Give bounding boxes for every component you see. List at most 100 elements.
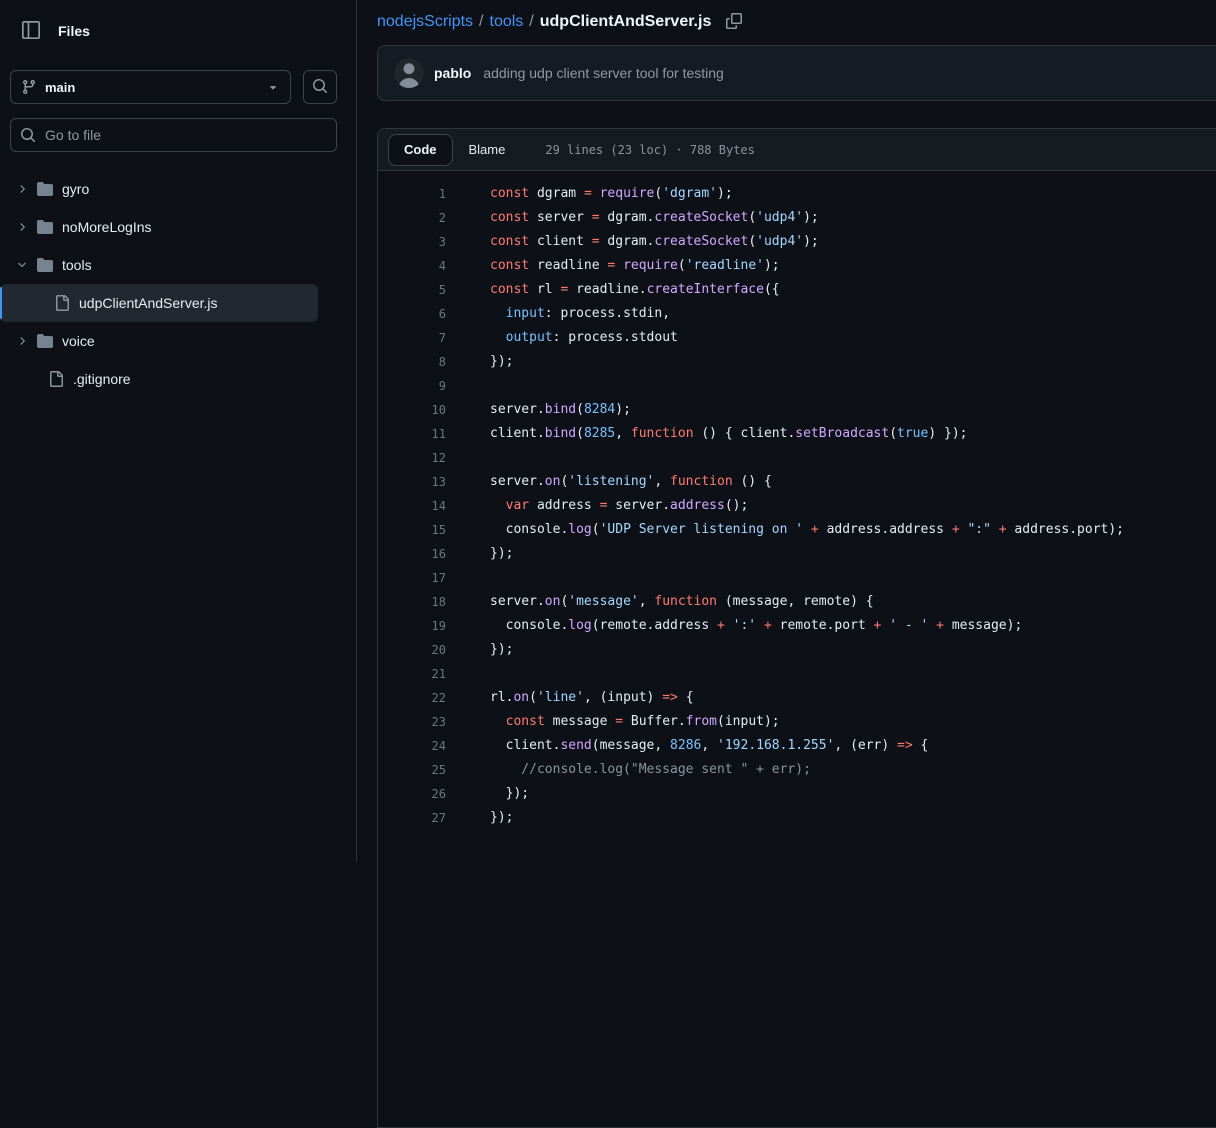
code-line: 11client.bind(8285, function () { client… <box>378 422 1216 446</box>
chevron-right-icon[interactable] <box>16 183 28 195</box>
code-line-text: server.on('message', function (message, … <box>446 590 874 614</box>
code-token: server. <box>490 402 545 417</box>
line-number[interactable]: 27 <box>378 806 446 830</box>
line-number[interactable]: 21 <box>378 662 446 686</box>
code-line-text <box>446 566 490 590</box>
code-line: 27}); <box>378 806 1216 830</box>
line-number[interactable]: 8 <box>378 350 446 374</box>
line-number[interactable]: 17 <box>378 566 446 590</box>
code-token <box>725 618 733 633</box>
code-token: dgram. <box>600 210 655 225</box>
code-token: , (input) <box>584 690 662 705</box>
code-token: createSocket <box>654 210 748 225</box>
latest-commit-bar[interactable]: pablo adding udp client server tool for … <box>377 45 1216 101</box>
line-number[interactable]: 10 <box>378 398 446 422</box>
code-line: 7 output: process.stdout <box>378 326 1216 350</box>
code-line: 18server.on('message', function (message… <box>378 590 1216 614</box>
code-token: 'listening' <box>568 474 654 489</box>
code-token <box>615 258 623 273</box>
code-line-text: const message = Buffer.from(input); <box>446 710 780 734</box>
code-line-text: //console.log("Message sent " + err); <box>446 758 811 782</box>
code-token: 8285 <box>584 426 615 441</box>
tree-folder-voice[interactable]: voice <box>0 322 318 360</box>
chevron-down-icon[interactable] <box>16 259 28 271</box>
tab-code[interactable]: Code <box>388 134 453 166</box>
code-token: 'udp4' <box>756 234 803 249</box>
code-line-text: const readline = require('readline'); <box>446 254 780 278</box>
code-token: log <box>568 618 591 633</box>
code-token: , <box>615 426 631 441</box>
chevron-right-icon[interactable] <box>16 335 28 347</box>
line-number[interactable]: 3 <box>378 230 446 254</box>
code-token: ); <box>803 234 819 249</box>
line-number[interactable]: 7 <box>378 326 446 350</box>
line-number[interactable]: 15 <box>378 518 446 542</box>
breadcrumb-separator: / <box>473 13 489 30</box>
tree-item-label: .gitignore <box>73 371 131 387</box>
commit-author[interactable]: pablo <box>434 65 471 81</box>
line-number[interactable]: 9 <box>378 374 446 398</box>
tree-folder-noMoreLogIns[interactable]: noMoreLogIns <box>0 208 318 246</box>
code-line: 24 client.send(message, 8286, '192.168.1… <box>378 734 1216 758</box>
line-number[interactable]: 6 <box>378 302 446 326</box>
tab-blame[interactable]: Blame <box>453 134 522 166</box>
code-token: (); <box>725 498 748 513</box>
code-token: on <box>545 594 561 609</box>
code-token: 'dgram' <box>662 186 717 201</box>
line-number[interactable]: 24 <box>378 734 446 758</box>
collapse-sidebar-button[interactable] <box>18 18 44 44</box>
code-token: 'line' <box>537 690 584 705</box>
code-token: + <box>764 618 772 633</box>
code-token: const <box>506 714 545 729</box>
code-token: console. <box>490 618 568 633</box>
goto-file-input[interactable] <box>10 118 337 152</box>
line-number[interactable]: 22 <box>378 686 446 710</box>
line-number[interactable]: 11 <box>378 422 446 446</box>
commit-message[interactable]: adding udp client server tool for testin… <box>483 65 723 81</box>
branch-selector[interactable]: main <box>10 70 291 104</box>
code-token <box>756 618 764 633</box>
chevron-right-icon[interactable] <box>16 221 28 233</box>
tree-folder-tools[interactable]: tools <box>0 246 318 284</box>
breadcrumb-segment[interactable]: nodejsScripts <box>377 13 473 30</box>
tree-file-udpClientAndServer.js[interactable]: udpClientAndServer.js <box>0 284 318 322</box>
code-token: ( <box>748 210 756 225</box>
tree-file-.gitignore[interactable]: .gitignore <box>0 360 318 398</box>
code-token: (remote.address <box>592 618 717 633</box>
code-token: 8286 <box>670 738 701 753</box>
code-token: }); <box>490 786 529 801</box>
code-token: input <box>506 306 545 321</box>
line-number[interactable]: 1 <box>378 182 446 206</box>
line-number[interactable]: 23 <box>378 710 446 734</box>
line-number[interactable]: 20 <box>378 638 446 662</box>
line-number[interactable]: 18 <box>378 590 446 614</box>
code-token: ( <box>592 522 600 537</box>
breadcrumb-segment[interactable]: tools <box>490 13 524 30</box>
code-token <box>490 306 506 321</box>
code-token: address.port); <box>1007 522 1124 537</box>
copy-path-button[interactable] <box>721 9 747 35</box>
code-token: console. <box>490 522 568 537</box>
line-number[interactable]: 12 <box>378 446 446 470</box>
code-token: (message, <box>592 738 670 753</box>
line-number[interactable]: 13 <box>378 470 446 494</box>
code-token: = <box>592 234 600 249</box>
line-number[interactable]: 19 <box>378 614 446 638</box>
code-line-text: }); <box>446 806 513 830</box>
line-number[interactable]: 5 <box>378 278 446 302</box>
line-number[interactable]: 2 <box>378 206 446 230</box>
line-number[interactable]: 26 <box>378 782 446 806</box>
code-line-text: console.log(remote.address + ':' + remot… <box>446 614 1022 638</box>
line-number[interactable]: 4 <box>378 254 446 278</box>
tree-folder-gyro[interactable]: gyro <box>0 170 318 208</box>
breadcrumb-separator: / <box>523 13 539 30</box>
code-token: ":" <box>967 522 990 537</box>
code-token <box>490 714 506 729</box>
avatar[interactable] <box>394 58 424 88</box>
code-token <box>803 522 811 537</box>
code-token: , (err) <box>834 738 897 753</box>
search-repo-button[interactable] <box>303 70 337 104</box>
line-number[interactable]: 14 <box>378 494 446 518</box>
line-number[interactable]: 16 <box>378 542 446 566</box>
line-number[interactable]: 25 <box>378 758 446 782</box>
